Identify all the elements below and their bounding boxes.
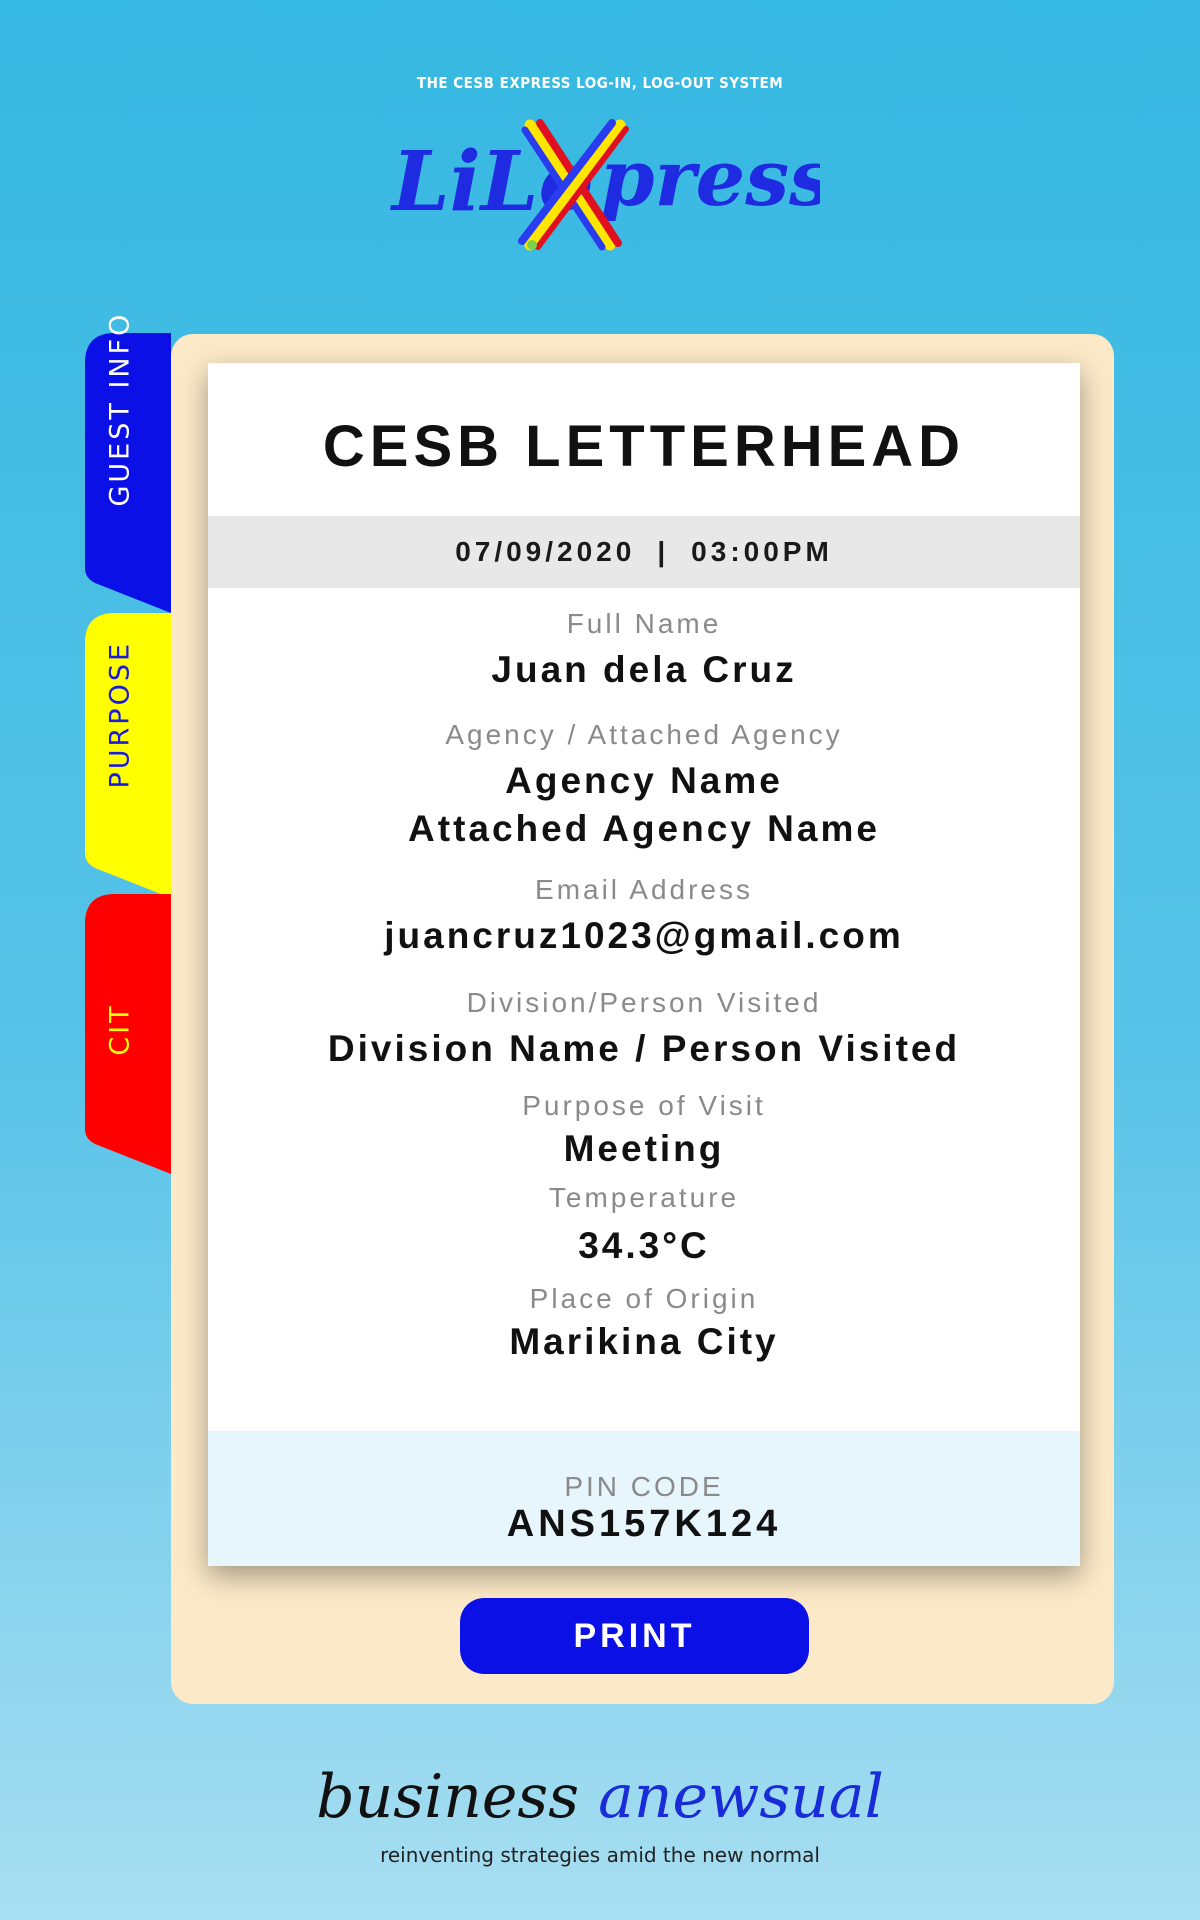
full-name-value: Juan dela Cruz (491, 649, 797, 690)
tab-cit-label: CIT (104, 1003, 136, 1056)
origin-value: Marikina City (509, 1321, 779, 1362)
brand-business: business (316, 1762, 579, 1832)
division-label: Division/Person Visited (466, 987, 822, 1018)
app-tagline: THE CESB EXPRESS LOG-IN, LOG-OUT SYSTEM (416, 74, 784, 92)
email-value: juancruz1023@gmail.com (384, 915, 904, 956)
date-time-bar: 07/09/2020 | 03:00PM (208, 516, 1080, 588)
purpose-value: Meeting (563, 1128, 725, 1169)
agency-name-value: Agency Name (505, 760, 783, 801)
tab-cit[interactable]: CIT (85, 894, 171, 1174)
attached-agency-value: Attached Agency Name (408, 808, 880, 849)
lilo-xpress-logo: LiLo press (380, 105, 820, 265)
origin-label: Place of Origin (529, 1283, 759, 1314)
pin-code-value: ANS157K124 (506, 1503, 782, 1545)
agency-label: Agency / Attached Agency (445, 719, 843, 750)
visit-time: 03:00PM (691, 536, 833, 567)
print-button[interactable]: PRINT (460, 1598, 809, 1674)
purpose-label: Purpose of Visit (522, 1090, 766, 1121)
card-title: CESB LETTERHEAD (322, 414, 966, 479)
email-label: Email Address (535, 874, 753, 905)
tab-purpose-label: PURPOSE (105, 641, 136, 789)
footer-subtitle: reinventing strategies amid the new norm… (380, 1843, 820, 1867)
full-name-label: Full Name (566, 608, 722, 639)
date-time-separator: | (657, 536, 670, 567)
guest-pass-card: CESB LETTERHEAD 07/09/2020 | 03:00PM Full … (208, 363, 1080, 1566)
footer-brand: business anewsual (0, 1762, 1200, 1832)
pin-code-label: PIN CODE (564, 1471, 724, 1502)
tab-purpose[interactable]: PURPOSE (85, 613, 171, 898)
visit-date: 07/09/2020 (455, 536, 636, 567)
division-value: Division Name / Person Visited (327, 1028, 961, 1069)
temperature-value: 34.3°C (578, 1225, 710, 1266)
tab-guest-info[interactable]: GUEST INFO (85, 312, 171, 613)
svg-text:press: press (600, 133, 820, 224)
logo-x-mark-icon: LiLo press (390, 119, 820, 251)
tab-guest-info-label: GUEST INFO (105, 312, 136, 507)
brand-anewsual: anewsual (598, 1762, 884, 1832)
pin-code-section: PIN CODE ANS157K124 (208, 1431, 1080, 1566)
temperature-label: Temperature (548, 1182, 740, 1213)
